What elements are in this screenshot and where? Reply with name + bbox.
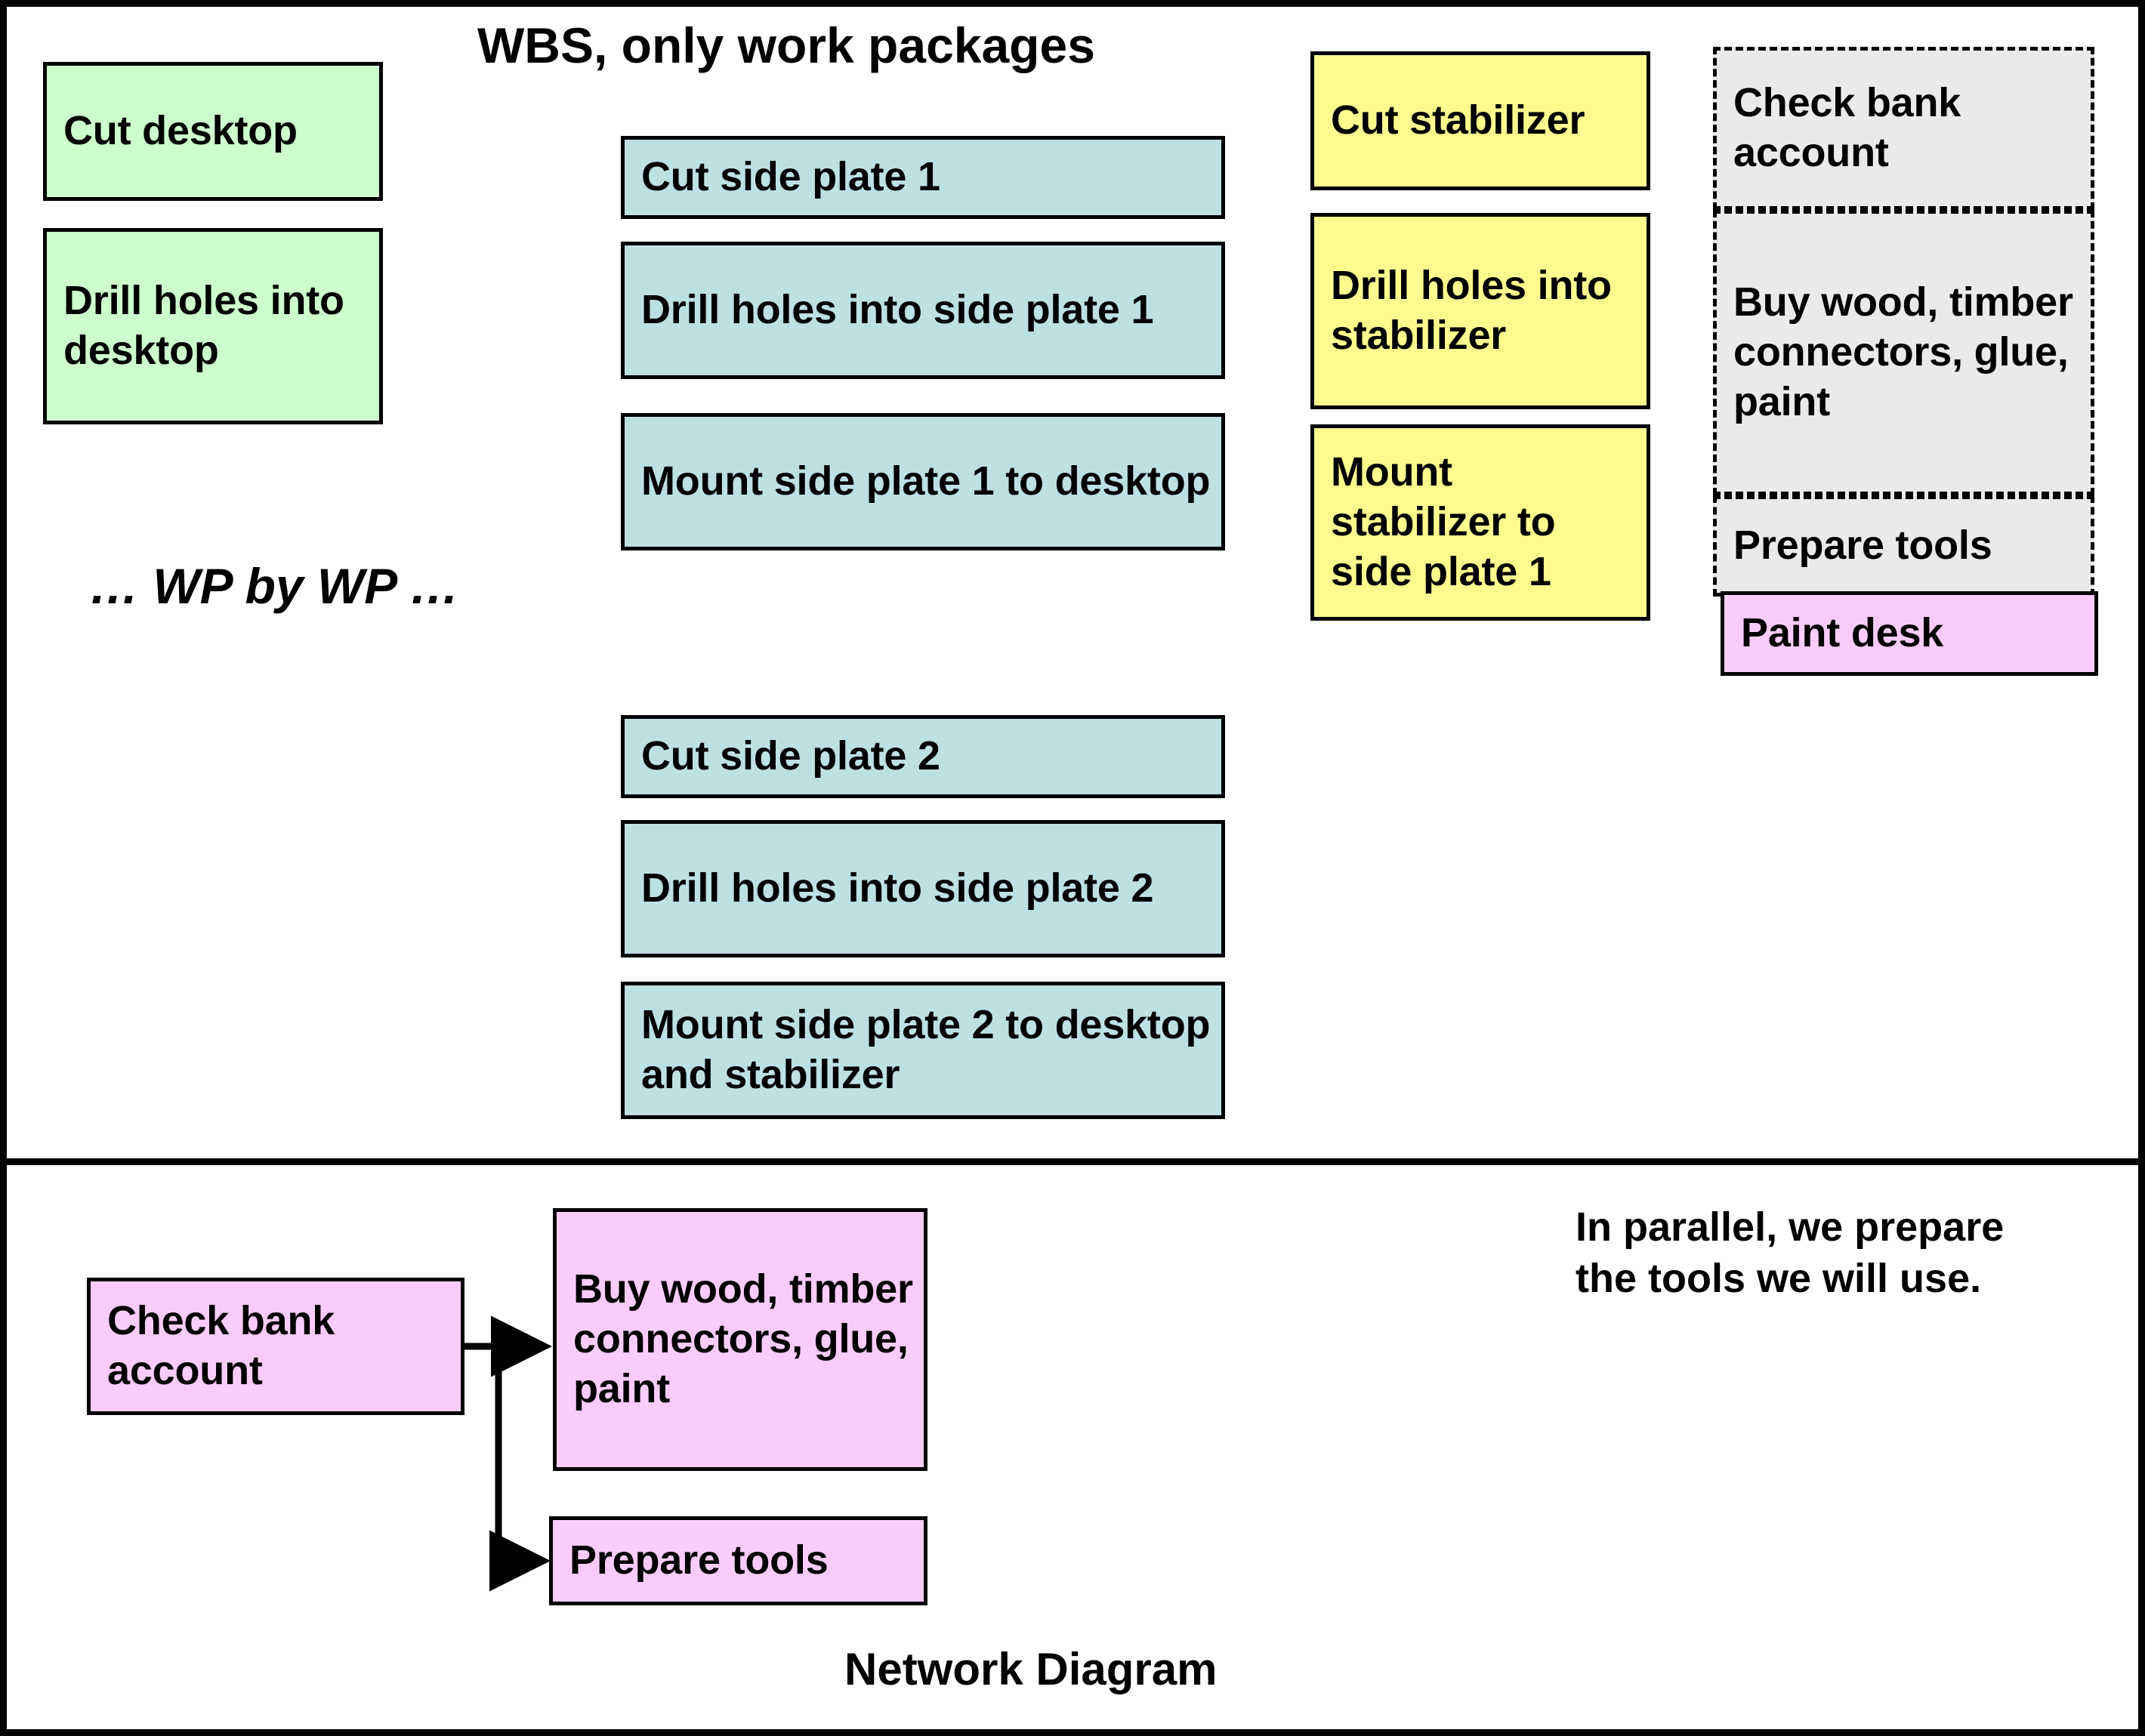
network-parallel-note-line-1: In parallel, we prepare xyxy=(1576,1204,2005,1250)
network-parallel-note: In parallel, we prepare the tools we wil… xyxy=(1576,1202,2004,1304)
wbs-node-label: Mount stabilizer to side plate 1 xyxy=(1331,449,1556,594)
wbs-node-label: Cut desktop xyxy=(63,108,298,154)
wbs-node-label: Cut stabilizer xyxy=(1331,97,1585,143)
network-diagram-title: Network Diagram xyxy=(844,1644,1218,1694)
wbs-node-mount-stabilizer[interactable]: Mount stabilizer to side plate 1 xyxy=(1310,424,1650,621)
network-node-label: Buy wood, timber connectors, glue, paint xyxy=(573,1266,913,1411)
wbs-node-prepare-tools[interactable]: Prepare tools xyxy=(1713,495,2094,597)
wbs-node-label: Paint desk xyxy=(1741,610,1944,656)
wbs-node-label: Buy wood, timber connectors, glue, paint xyxy=(1733,279,2073,424)
wbs-node-drill-holes-into-stabilizer[interactable]: Drill holes into stabilizer xyxy=(1310,213,1650,409)
wbs-node-label: Drill holes into side plate 1 xyxy=(641,287,1154,333)
wbs-node-cut-desktop[interactable]: Cut desktop xyxy=(43,62,383,201)
edge-check-bank-to-prepare-tools xyxy=(489,1346,551,1592)
wbs-node-label: Mount side plate 1 to desktop xyxy=(641,458,1211,504)
wbs-node-buy-wood[interactable]: Buy wood, timber connectors, glue, paint xyxy=(1713,210,2094,495)
wbs-node-drill-holes-into-side-plate-1[interactable]: Drill holes into side plate 1 xyxy=(621,242,1225,379)
wbs-node-label: Prepare tools xyxy=(1733,523,1992,569)
slide-canvas: WBS, only work packages Cut desktop Dril… xyxy=(0,0,2145,1736)
wbs-node-cut-side-plate-2[interactable]: Cut side plate 2 xyxy=(621,715,1225,798)
wbs-node-mount-side-plate-2[interactable]: Mount side plate 2 to desktop and stabil… xyxy=(621,982,1225,1119)
network-node-prepare-tools[interactable]: Prepare tools xyxy=(549,1516,927,1605)
wbs-node-label: Drill holes into stabilizer xyxy=(1331,263,1612,358)
network-node-check-bank-account[interactable]: Check bank account xyxy=(87,1278,464,1415)
wbs-node-label: Drill holes into side plate 2 xyxy=(641,865,1154,911)
wbs-node-drill-holes-into-side-plate-2[interactable]: Drill holes into side plate 2 xyxy=(621,820,1225,957)
wbs-ellipsis-note: … WP by WP … xyxy=(89,558,460,614)
wbs-node-label: Check bank account xyxy=(1733,80,1961,175)
wbs-node-cut-side-plate-1[interactable]: Cut side plate 1 xyxy=(621,136,1225,219)
network-parallel-note-line-2: the tools we will use. xyxy=(1576,1255,1982,1301)
panel-divider xyxy=(7,1158,2138,1165)
network-node-buy-wood[interactable]: Buy wood, timber connectors, glue, paint xyxy=(553,1208,927,1471)
wbs-node-label: Cut side plate 1 xyxy=(641,154,940,200)
wbs-node-label: Drill holes into desktop xyxy=(63,278,344,373)
wbs-node-drill-holes-into-desktop[interactable]: Drill holes into desktop xyxy=(43,228,383,424)
network-node-label: Prepare tools xyxy=(569,1537,829,1583)
wbs-node-check-bank-account[interactable]: Check bank account xyxy=(1713,47,2094,210)
wbs-node-mount-side-plate-1[interactable]: Mount side plate 1 to desktop xyxy=(621,413,1225,550)
wbs-node-label: Mount side plate 2 to desktop and stabil… xyxy=(641,1002,1211,1097)
wbs-node-cut-stabilizer[interactable]: Cut stabilizer xyxy=(1310,51,1650,190)
network-node-label: Check bank account xyxy=(107,1298,335,1393)
wbs-node-paint-desk[interactable]: Paint desk xyxy=(1721,591,2098,676)
wbs-title: WBS, only work packages xyxy=(477,17,1095,73)
wbs-node-label: Cut side plate 2 xyxy=(641,733,940,779)
